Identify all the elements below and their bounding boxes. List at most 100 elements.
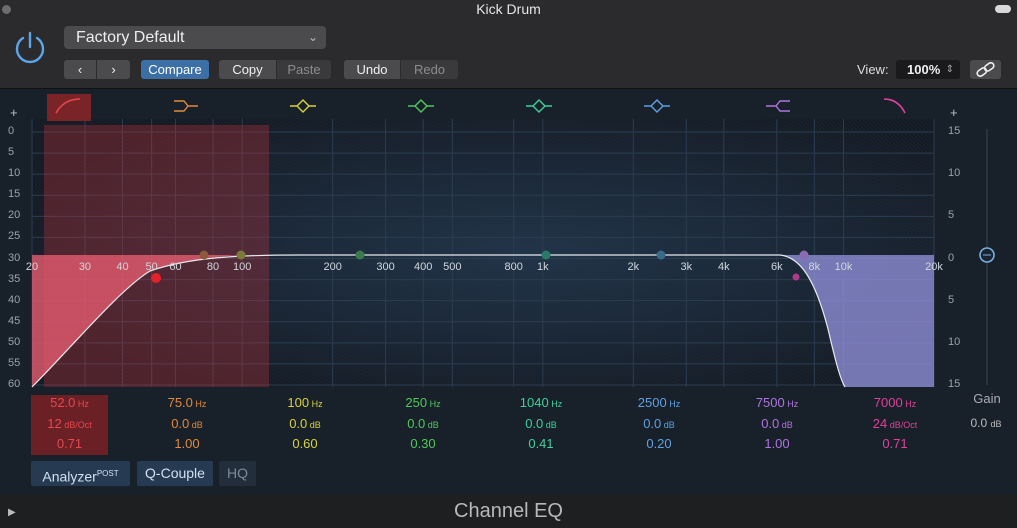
band-q-value: 0.20 <box>646 436 672 451</box>
freq-label: 80 <box>207 261 219 273</box>
band-gain-value: 0.0 <box>407 416 426 431</box>
freq-label: 200 <box>323 261 341 273</box>
band7-node[interactable] <box>799 250 809 260</box>
band-frequency-unit: Hz <box>548 399 563 409</box>
band-frequency[interactable]: 7500 Hz <box>723 395 831 410</box>
band-frequency[interactable]: 250 Hz <box>369 395 477 410</box>
band-q[interactable]: 1.00 <box>723 436 831 451</box>
db-scale-left-label: 5 <box>8 146 15 159</box>
peak-band4-icon[interactable] <box>408 99 434 113</box>
redo-button[interactable]: Redo <box>401 60 458 79</box>
band-gain-unit: dB <box>307 420 321 430</box>
band8-node[interactable] <box>792 273 800 281</box>
low-shelf-icon[interactable] <box>174 100 198 112</box>
left-scale-plus[interactable]: + <box>10 105 18 120</box>
band-q[interactable]: 1.00 <box>133 436 241 451</box>
db-scale-left-label: 15 <box>8 188 21 201</box>
band-1-readout: 52.0 Hz 12 dB/Oct 0.71 <box>31 395 108 455</box>
band-8-readout: 7000 Hz 24 dB/Oct 0.71 <box>841 395 949 455</box>
band-q-value: 1.00 <box>174 436 200 451</box>
band-q[interactable]: 0.71 <box>841 436 949 451</box>
peak-band5-icon[interactable] <box>526 99 552 113</box>
band-gain[interactable]: 24 dB/Oct <box>841 416 949 431</box>
band-7-readout: 7500 Hz 0.0 dB 1.00 <box>723 395 831 455</box>
copy-button[interactable]: Copy <box>219 60 276 79</box>
previous-preset-button[interactable]: ‹ <box>64 60 96 79</box>
band-q[interactable]: 0.20 <box>605 436 713 451</box>
band-gain[interactable]: 0.0 dB <box>487 416 595 431</box>
freq-label: 300 <box>376 261 394 273</box>
band-gain-unit: dB/Oct <box>887 420 918 430</box>
freq-label: 100 <box>233 261 251 273</box>
window-collapse-button[interactable] <box>995 5 1011 13</box>
band-frequency[interactable]: 100 Hz <box>251 395 359 410</box>
view-zoom-stepper[interactable]: 100% ⇕ <box>896 60 960 79</box>
band-frequency-value: 100 <box>287 395 310 410</box>
band-q-value: 0.71 <box>882 436 908 451</box>
band-gain-value: 0.0 <box>289 416 308 431</box>
db-scale-left-label: 35 <box>8 272 21 285</box>
band-q[interactable]: 0.60 <box>251 436 359 451</box>
freq-label: 3k <box>680 261 692 273</box>
peak-band6-icon[interactable] <box>644 99 670 113</box>
gain-unit: dB <box>990 419 1002 429</box>
band-frequency-unit: Hz <box>902 399 917 409</box>
plugin-name: Channel EQ <box>454 500 563 522</box>
db-scale-left-label: 25 <box>8 230 21 243</box>
hq-button[interactable]: HQ <box>219 461 256 486</box>
gain-number: 0.0 <box>970 416 988 430</box>
link-icon[interactable] <box>970 60 1001 79</box>
band4-node[interactable] <box>355 250 365 260</box>
view-zoom-value: 100% <box>907 62 941 77</box>
band-2-readout: 75.0 Hz 0.0 dB 1.00 <box>133 395 241 455</box>
band6-node[interactable] <box>656 250 666 260</box>
paste-button[interactable]: Paste <box>277 60 331 79</box>
band-frequency[interactable]: 7000 Hz <box>841 395 949 410</box>
analyzer-post-label: POST <box>96 469 119 478</box>
freq-label: 20 <box>26 261 38 273</box>
band-5-readout: 1040 Hz 0.0 dB 0.41 <box>487 395 595 455</box>
analyzer-button[interactable]: AnalyzerPOST <box>31 461 130 486</box>
undo-button[interactable]: Undo <box>344 60 400 79</box>
band-frequency-unit: Hz <box>666 399 681 409</box>
db-scale-left-label: 50 <box>8 335 21 348</box>
gain-value[interactable]: 0.0 dB <box>955 416 1017 430</box>
db-scale-left-label: 60 <box>8 378 21 390</box>
band1-node[interactable] <box>151 273 161 283</box>
band-gain[interactable]: 0.0 dB <box>723 416 831 431</box>
right-scale-plus[interactable]: + <box>950 105 958 120</box>
band-frequency[interactable]: 2500 Hz <box>605 395 713 410</box>
band2-node[interactable] <box>199 250 209 260</box>
band-frequency-value: 75.0 <box>167 395 193 410</box>
band-gain[interactable]: 0.0 dB <box>605 416 713 431</box>
band-frequency[interactable]: 1040 Hz <box>487 395 595 410</box>
band-gain[interactable]: 0.0 dB <box>369 416 477 431</box>
band-q-value: 0.30 <box>410 436 436 451</box>
band-gain[interactable]: 12 dB/Oct <box>31 416 108 431</box>
band-frequency[interactable]: 52.0 Hz <box>31 395 108 410</box>
band-gain-unit: dB <box>425 420 439 430</box>
high-cut-icon[interactable] <box>883 98 906 114</box>
high-shelf-icon[interactable] <box>766 100 790 112</box>
band-q[interactable]: 0.71 <box>31 436 108 451</box>
band3-node[interactable] <box>236 250 246 260</box>
preset-menu[interactable]: Factory Default ⌄ <box>64 26 326 49</box>
band-q[interactable]: 0.41 <box>487 436 595 451</box>
band-gain-value: 24 <box>872 416 888 431</box>
band-frequency[interactable]: 75.0 Hz <box>133 395 241 410</box>
db-scale-left-label: 40 <box>8 293 21 306</box>
freq-label: 1k <box>537 261 549 273</box>
freq-label: 4k <box>718 261 730 273</box>
band5-node[interactable] <box>541 250 551 260</box>
gain-label: Gain <box>973 391 1001 406</box>
band-gain[interactable]: 0.0 dB <box>251 416 359 431</box>
band-gain-unit: dB <box>543 420 557 430</box>
next-preset-button[interactable]: › <box>97 60 130 79</box>
peak-band3-icon[interactable] <box>290 99 316 113</box>
compare-button[interactable]: Compare <box>141 60 209 79</box>
freq-label: 10k <box>835 261 853 273</box>
q-couple-button[interactable]: Q-Couple <box>137 461 213 486</box>
band-q[interactable]: 0.30 <box>369 436 477 451</box>
band-gain[interactable]: 0.0 dB <box>133 416 241 431</box>
power-icon[interactable] <box>11 29 49 67</box>
